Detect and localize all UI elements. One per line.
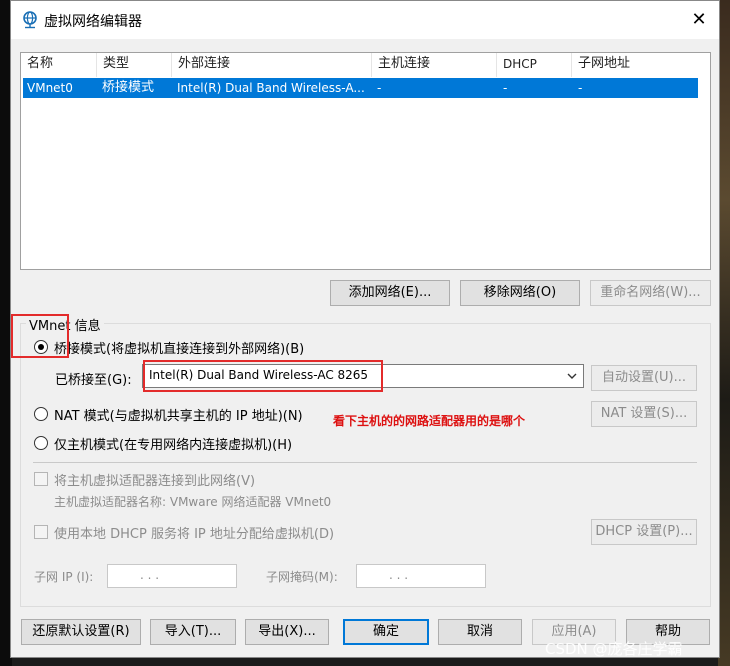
bridged-mode-label[interactable]: 桥接模式(将虚拟机直接连接到外部网络)(B)	[54, 338, 304, 357]
title-bar: 虚拟网络编辑器 ✕	[11, 1, 719, 39]
host-only-radio[interactable]	[34, 436, 48, 450]
dhcp-settings-button[interactable]: DHCP 设置(P)...	[591, 519, 697, 545]
subnet-ip-input[interactable]: . . .	[107, 564, 237, 588]
nat-mode-radio[interactable]	[34, 407, 48, 421]
chevron-down-icon	[567, 373, 577, 379]
column-header-type[interactable]: 类型	[97, 53, 172, 77]
cancel-button[interactable]: 取消	[438, 619, 522, 645]
table-row[interactable]: VMnet0 桥接模式 Intel(R) Dual Band Wireless-…	[23, 78, 698, 98]
add-network-button[interactable]: 添加网络(E)...	[330, 280, 450, 306]
network-globe-icon	[23, 11, 37, 29]
restore-defaults-button[interactable]: 还原默认设置(R)	[21, 619, 141, 645]
csdn-watermark: CSDN @庞各庄学霸	[545, 640, 683, 658]
column-header-dhcp[interactable]: DHCP	[497, 53, 572, 77]
column-header-subnet[interactable]: 子网地址	[572, 53, 710, 77]
subnet-mask-label: 子网掩码(M):	[266, 570, 338, 584]
divider	[33, 462, 697, 463]
subnet-ip-dots: . . .	[140, 568, 160, 582]
row-subnet: -	[578, 81, 583, 95]
row-type: 桥接模式	[102, 80, 155, 95]
auto-settings-button[interactable]: 自动设置(U)...	[591, 365, 697, 391]
close-icon[interactable]: ✕	[687, 8, 711, 32]
dhcp-checkbox[interactable]	[34, 525, 48, 539]
row-host: -	[377, 81, 382, 95]
nat-settings-button[interactable]: NAT 设置(S)...	[591, 401, 697, 427]
rename-network-button[interactable]: 重命名网络(W)...	[590, 280, 711, 306]
subnet-mask-input[interactable]: . . .	[356, 564, 486, 588]
virtual-network-editor-dialog: 虚拟网络编辑器 ✕ 名称 类型 外部连接 主机连接 DHCP 子网地址 VMne…	[10, 0, 720, 658]
annotation-text: 看下主机的的网路适配器用的是哪个	[333, 414, 526, 428]
adapter-name-label: 主机虚拟适配器名称: VMware 网络适配器 VMnet0	[54, 495, 332, 509]
row-external: Intel(R) Dual Band Wireless-A...	[177, 81, 365, 95]
annotation-box-bridged	[11, 314, 69, 358]
ok-button[interactable]: 确定	[343, 619, 429, 645]
annotation-box-adapter	[143, 360, 383, 392]
remove-network-button[interactable]: 移除网络(O)	[460, 280, 580, 306]
import-button[interactable]: 导入(T)...	[150, 619, 236, 645]
row-name: VMnet0	[27, 81, 73, 95]
nat-mode-label[interactable]: NAT 模式(与虚拟机共享主机的 IP 地址)(N)	[54, 405, 303, 424]
column-header-name[interactable]: 名称	[21, 53, 97, 77]
column-header-host[interactable]: 主机连接	[372, 53, 497, 77]
window-title: 虚拟网络编辑器	[44, 14, 142, 30]
bridge-to-label: 已桥接至(G):	[55, 373, 132, 388]
column-header-external[interactable]: 外部连接	[172, 53, 372, 77]
dhcp-label: 使用本地 DHCP 服务将 IP 地址分配给虚拟机(D)	[54, 527, 335, 542]
export-button[interactable]: 导出(X)...	[245, 619, 329, 645]
network-list[interactable]: 名称 类型 外部连接 主机连接 DHCP 子网地址 VMnet0 桥接模式 In…	[20, 52, 711, 270]
connect-adapter-label: 将主机虚拟适配器连接到此网络(V)	[54, 474, 256, 489]
host-only-label[interactable]: 仅主机模式(在专用网络内连接虚拟机)(H)	[54, 434, 292, 453]
row-dhcp: -	[503, 81, 508, 95]
subnet-mask-dots: . . .	[389, 568, 409, 582]
subnet-ip-label: 子网 IP (I):	[34, 570, 94, 584]
connect-adapter-checkbox[interactable]	[34, 472, 48, 486]
